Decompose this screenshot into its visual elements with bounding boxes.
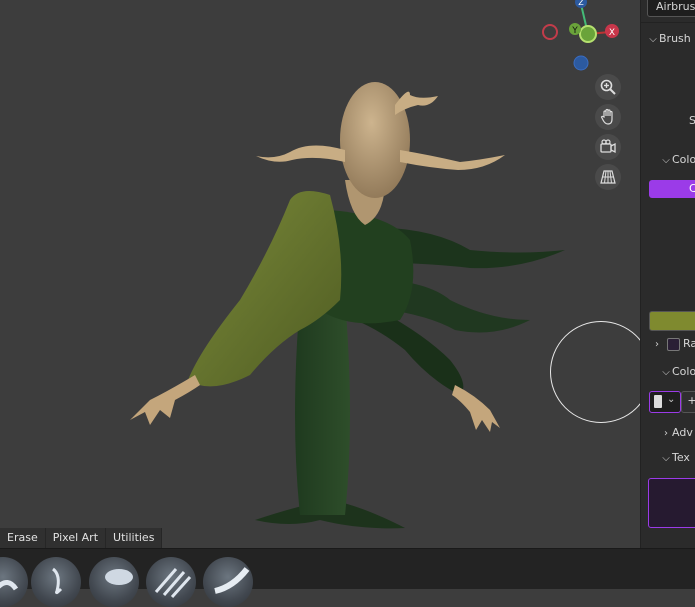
brush-thumbnail[interactable]	[146, 557, 196, 607]
camera-icon[interactable]	[595, 134, 621, 160]
color-button-label: C	[689, 182, 695, 195]
brush-section-label: Brush	[659, 32, 691, 45]
properties-panel: Airbrush ⌵Brush S ⌵Colo C › Ra ⌵Colo ⌄ +…	[640, 0, 695, 548]
color-section-label: Colo	[672, 153, 695, 166]
brush-selector[interactable]: Airbrush	[647, 0, 695, 17]
chevron-down-icon: ⌵	[662, 367, 670, 378]
tab-utilities[interactable]: Utilities	[106, 528, 163, 548]
color-mode-icon	[654, 395, 662, 408]
advanced-section-header[interactable]: › Adv	[660, 426, 693, 439]
brush-section-header[interactable]: ⌵ Brush	[647, 32, 691, 45]
hand-icon[interactable]	[595, 104, 621, 130]
brush-category-tabs: Erase Pixel Art Utilities	[0, 528, 163, 548]
chevron-right-icon: ›	[655, 339, 659, 350]
zoom-icon[interactable]	[595, 74, 621, 100]
brush-thumbnail[interactable]	[203, 557, 253, 607]
ra-row[interactable]: › Ra	[651, 337, 695, 351]
advanced-label: Adv	[672, 426, 693, 439]
chevron-down-icon: ⌵	[662, 155, 670, 166]
add-button[interactable]: +	[681, 391, 695, 413]
chevron-down-icon: ⌵	[649, 34, 657, 45]
color2-section-label: Colo	[672, 365, 695, 378]
sculpture-model	[130, 82, 565, 529]
brush-thumbnail[interactable]	[0, 557, 28, 607]
ra-checkbox[interactable]	[666, 337, 680, 351]
plus-label: +	[687, 394, 695, 407]
divider	[641, 22, 695, 23]
chevron-down-icon: ⌵	[662, 453, 670, 464]
primary-color-button[interactable]: C	[649, 180, 695, 198]
s-label: S	[689, 114, 695, 127]
color2-section-header[interactable]: ⌵ Colo	[660, 365, 695, 378]
ra-label: Ra	[683, 337, 695, 350]
brush-thumbnail[interactable]	[89, 557, 139, 607]
gizmo-x-label: X	[609, 28, 615, 38]
texture-section-header[interactable]: ⌵ Tex	[660, 451, 690, 464]
chevron-right-icon: ›	[664, 428, 668, 439]
texture-label: Tex	[672, 451, 690, 464]
color-section-header[interactable]: ⌵ Colo	[660, 153, 695, 166]
brush-shelf	[0, 548, 695, 607]
tab-erase[interactable]: Erase	[0, 528, 46, 548]
tab-pixel-art[interactable]: Pixel Art	[45, 528, 107, 548]
texture-preview[interactable]	[648, 478, 695, 528]
color-mode-dropdown[interactable]: ⌄	[649, 391, 681, 413]
gizmo-z-label: Z	[578, 0, 584, 7]
gizmo-y-label: Y	[571, 26, 578, 36]
3d-viewport[interactable]: X Y Z	[0, 0, 640, 548]
brush-name: Airbrush	[656, 0, 695, 13]
brush-thumbnail[interactable]	[31, 557, 81, 607]
orientation-gizmo[interactable]: X Y Z	[540, 0, 630, 75]
grid-icon[interactable]	[595, 164, 621, 190]
secondary-color-swatch[interactable]	[649, 311, 695, 331]
chevron-down-icon: ⌄	[667, 394, 676, 405]
